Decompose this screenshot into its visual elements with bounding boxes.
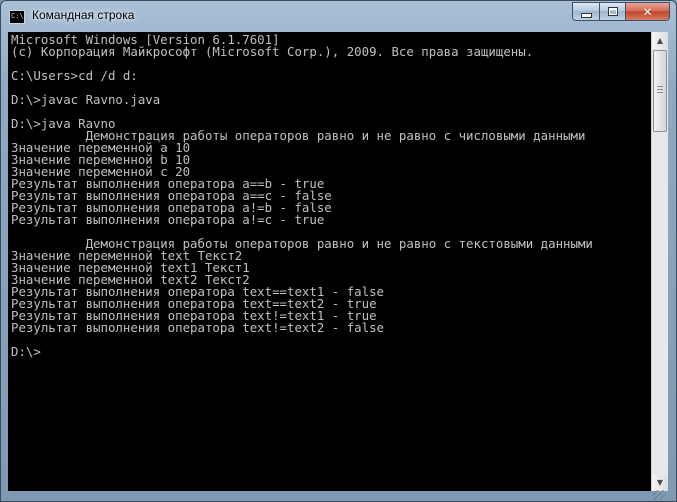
console-output-area[interactable]: Microsoft Windows [Version 6.1.7601] (c) … xyxy=(8,32,651,491)
vertical-scrollbar[interactable]: ▲ ▼ xyxy=(651,32,668,491)
console-line: D:\> xyxy=(11,344,41,359)
scroll-down-icon: ▼ xyxy=(656,478,664,487)
resize-grip[interactable] xyxy=(653,490,665,500)
console-line: Результат выполнения оператора text!=tex… xyxy=(11,320,384,335)
console-text: Microsoft Windows [Version 6.1.7601] (c) … xyxy=(8,32,651,358)
scrollbar-thumb[interactable] xyxy=(653,50,667,132)
scrollbar-grip xyxy=(657,86,663,95)
scroll-down-button[interactable]: ▼ xyxy=(652,474,668,491)
window-title: Командная строка xyxy=(32,8,135,22)
caption-buttons: ✕ xyxy=(572,2,670,21)
cmd-icon[interactable]: C:\ xyxy=(9,10,25,24)
console-line: D:\>javac Ravno.java xyxy=(11,92,161,107)
close-button[interactable]: ✕ xyxy=(625,2,670,21)
minimize-button[interactable] xyxy=(572,2,599,21)
console-window: C:\ Командная строка ✕ Microsoft Windows… xyxy=(0,0,677,502)
console-line: (c) Корпорация Майкрософт (Microsoft Cor… xyxy=(11,44,534,59)
scroll-up-icon: ▲ xyxy=(656,36,664,45)
scroll-up-button[interactable]: ▲ xyxy=(652,32,668,49)
maximize-button[interactable] xyxy=(599,2,625,21)
console-line: C:\Users>cd /d d: xyxy=(11,68,138,83)
console-line: Результат выполнения оператора a!=c - tr… xyxy=(11,212,325,227)
maximize-icon xyxy=(607,7,618,16)
title-bar[interactable]: C:\ Командная строка ✕ xyxy=(1,1,676,31)
minimize-icon xyxy=(580,12,592,18)
close-icon: ✕ xyxy=(642,4,653,19)
